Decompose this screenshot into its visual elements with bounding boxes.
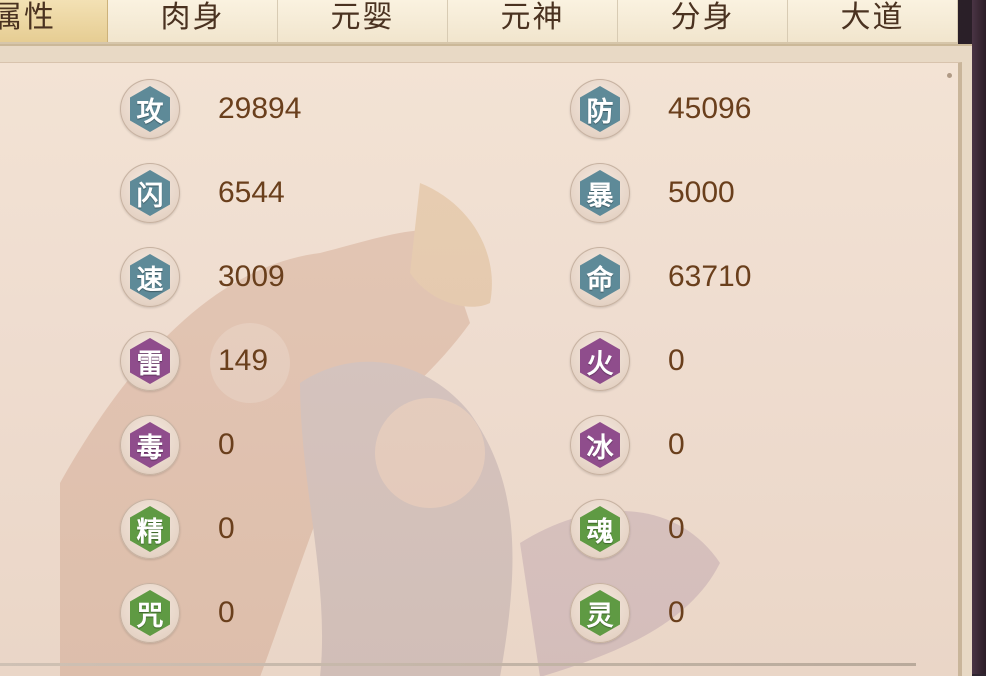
defense-icon: 防 bbox=[586, 96, 614, 128]
stat-speed: 速 3009 bbox=[120, 247, 285, 307]
tab-label: 大道 bbox=[840, 0, 905, 35]
attributes-panel-frame: 攻 29894 闪 6544 速 3009 雷 149 毒 0 精 0 咒 0 … bbox=[0, 44, 972, 676]
tab-label: 元神 bbox=[500, 0, 565, 35]
stat-essence: 精 0 bbox=[120, 499, 235, 559]
fire-badge: 火 bbox=[570, 331, 630, 391]
stat-spirit: 灵 0 bbox=[570, 583, 685, 643]
spirit-badge: 灵 bbox=[570, 583, 630, 643]
curse-value: 0 bbox=[218, 596, 235, 629]
stat-ice: 冰 0 bbox=[570, 415, 685, 475]
life-badge: 命 bbox=[570, 247, 630, 307]
attack-value: 29894 bbox=[218, 92, 302, 125]
life-value: 63710 bbox=[668, 260, 752, 293]
poison-badge: 毒 bbox=[120, 415, 180, 475]
curse-icon: 咒 bbox=[136, 600, 164, 632]
speed-value: 3009 bbox=[218, 260, 285, 293]
window-border-right bbox=[972, 0, 986, 674]
defense-badge: 防 bbox=[570, 79, 630, 139]
dodge-badge: 闪 bbox=[120, 163, 180, 223]
curse-badge: 咒 bbox=[120, 583, 180, 643]
attack-badge: 攻 bbox=[120, 79, 180, 139]
critical-icon: 暴 bbox=[586, 180, 614, 212]
stat-soul: 魂 0 bbox=[570, 499, 685, 559]
speed-icon: 速 bbox=[136, 264, 164, 296]
thunder-value: 149 bbox=[218, 344, 269, 377]
soul-badge: 魂 bbox=[570, 499, 630, 559]
fire-value: 0 bbox=[668, 344, 685, 377]
dodge-icon: 闪 bbox=[136, 180, 164, 212]
stat-defense: 防 45096 bbox=[570, 79, 751, 139]
fire-icon: 火 bbox=[586, 348, 614, 380]
attack-icon: 攻 bbox=[136, 96, 164, 128]
stat-curse: 咒 0 bbox=[120, 583, 235, 643]
game-window: 属性 肉身 元婴 元神 分身 大道 bbox=[0, 0, 986, 676]
stat-fire: 火 0 bbox=[570, 331, 685, 391]
critical-value: 5000 bbox=[668, 176, 735, 209]
tab-label: 肉身 bbox=[160, 0, 225, 35]
tab-yuanying[interactable]: 元婴 bbox=[278, 0, 448, 42]
panel-divider bbox=[0, 663, 916, 666]
tab-yuanshen[interactable]: 元神 bbox=[448, 0, 618, 42]
poison-icon: 毒 bbox=[136, 432, 164, 464]
tab-attributes[interactable]: 属性 bbox=[0, 0, 108, 42]
soul-icon: 魂 bbox=[586, 516, 614, 548]
tab-body[interactable]: 肉身 bbox=[108, 0, 278, 42]
tab-dao[interactable]: 大道 bbox=[788, 0, 958, 42]
tab-label: 分身 bbox=[670, 0, 735, 35]
stat-poison: 毒 0 bbox=[120, 415, 235, 475]
ice-value: 0 bbox=[668, 428, 685, 461]
poison-value: 0 bbox=[218, 428, 235, 461]
dodge-value: 6544 bbox=[218, 176, 285, 209]
ice-icon: 冰 bbox=[586, 432, 614, 464]
spirit-icon: 灵 bbox=[586, 600, 614, 632]
life-icon: 命 bbox=[586, 264, 614, 296]
stat-critical: 暴 5000 bbox=[570, 163, 735, 223]
tab-label: 元婴 bbox=[330, 0, 395, 35]
critical-badge: 暴 bbox=[570, 163, 630, 223]
tab-bar: 属性 肉身 元婴 元神 分身 大道 bbox=[0, 0, 958, 44]
stat-attack: 攻 29894 bbox=[120, 79, 301, 139]
essence-icon: 精 bbox=[136, 516, 164, 548]
spirit-value: 0 bbox=[668, 596, 685, 629]
thunder-icon: 雷 bbox=[136, 348, 164, 380]
tab-label: 属性 bbox=[0, 0, 56, 35]
essence-badge: 精 bbox=[120, 499, 180, 559]
ice-badge: 冰 bbox=[570, 415, 630, 475]
thunder-badge: 雷 bbox=[120, 331, 180, 391]
soul-value: 0 bbox=[668, 512, 685, 545]
panel-corner-dot bbox=[947, 73, 952, 78]
stat-life: 命 63710 bbox=[570, 247, 751, 307]
tab-clone[interactable]: 分身 bbox=[618, 0, 788, 42]
essence-value: 0 bbox=[218, 512, 235, 545]
defense-value: 45096 bbox=[668, 92, 752, 125]
stat-dodge: 闪 6544 bbox=[120, 163, 285, 223]
stat-thunder: 雷 149 bbox=[120, 331, 268, 391]
speed-badge: 速 bbox=[120, 247, 180, 307]
attributes-panel: 攻 29894 闪 6544 速 3009 雷 149 毒 0 精 0 咒 0 … bbox=[0, 62, 962, 676]
